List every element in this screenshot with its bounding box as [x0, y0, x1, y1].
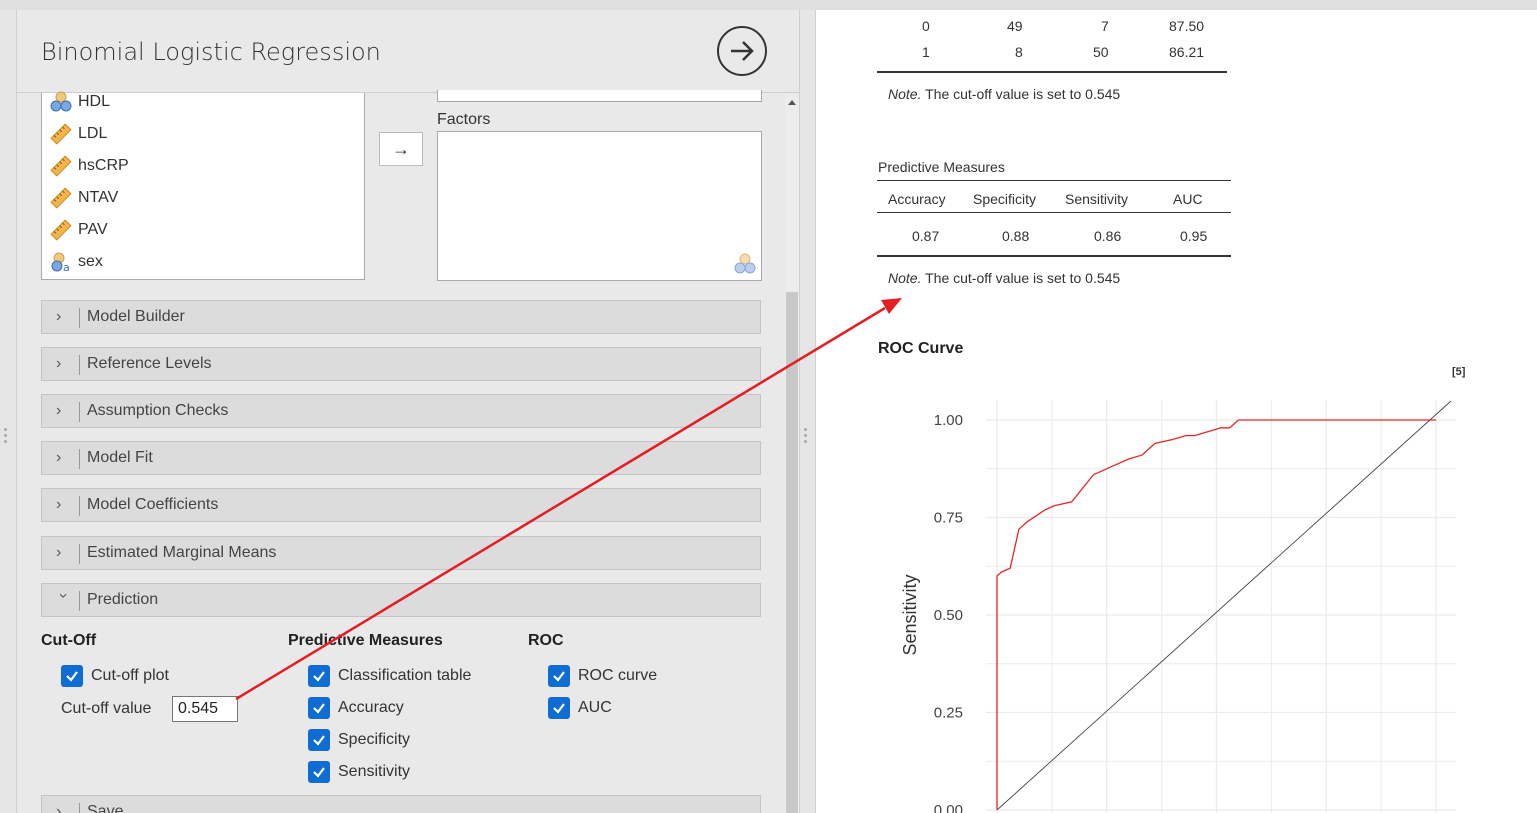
- accuracy-checkbox[interactable]: Accuracy: [308, 696, 404, 720]
- ruler-icon: [50, 123, 72, 145]
- panel-title: Binomial Logistic Regression: [41, 38, 381, 66]
- list-item[interactable]: NTAV: [50, 184, 118, 212]
- section-model-builder[interactable]: › Model Builder: [41, 300, 761, 334]
- factors-box[interactable]: [437, 131, 762, 281]
- variables-list[interactable]: HDL LDL hsCRP NTAV PAV a sex: [41, 91, 365, 280]
- y-tick-label: 0.00: [934, 802, 963, 813]
- nominal-icon: [50, 91, 72, 113]
- y-tick-label: 0.75: [934, 510, 963, 527]
- cutoff-value-label: Cut-off value: [61, 700, 152, 717]
- run-analysis-button[interactable]: [717, 26, 767, 76]
- dependent-variable-box[interactable]: [437, 90, 762, 102]
- y-tick-label: 1.00: [934, 412, 963, 429]
- checkbox-label: AUC: [578, 699, 612, 716]
- section-label: Model Builder: [87, 308, 185, 325]
- variable-name: sex: [78, 253, 103, 270]
- scrollbar-thumb[interactable]: [786, 292, 798, 813]
- roc-heading: ROC: [528, 632, 564, 649]
- roc-chart: 0.00 0.25 0.50 0.75 1.00 Sensitivity: [900, 400, 1456, 813]
- chevron-right-icon: ›: [56, 496, 62, 513]
- move-to-factors-button[interactable]: →: [379, 132, 423, 166]
- checkbox-label: Sensitivity: [338, 763, 411, 780]
- ruler-icon: [50, 155, 72, 177]
- options-scrollbar[interactable]: [785, 94, 799, 813]
- checkbox-checked-icon: [308, 729, 330, 751]
- options-panel: Binomial Logistic Regression HDL LDL hsC…: [16, 10, 800, 813]
- scroll-up-icon[interactable]: [788, 100, 796, 105]
- y-tick-label: 0.50: [934, 607, 963, 624]
- checkbox-checked-icon: [308, 697, 330, 719]
- results-panel: 0 49 7 87.50 1 8 50 86.21 Note. The cut-…: [815, 10, 1537, 813]
- section-label: Model Fit: [87, 449, 153, 466]
- predictive-measures-heading: Predictive Measures: [288, 632, 443, 649]
- nominal-text-icon: a: [50, 251, 72, 274]
- list-item[interactable]: a sex: [50, 248, 103, 276]
- specificity-checkbox[interactable]: Specificity: [308, 728, 410, 752]
- checkbox-checked-icon: [308, 761, 330, 783]
- roc-curve-checkbox[interactable]: ROC curve: [548, 664, 657, 688]
- top-bar: [0, 0, 1537, 10]
- section-model-fit[interactable]: › Model Fit: [41, 441, 761, 475]
- variable-name: HDL: [78, 93, 111, 110]
- chevron-right-icon: ›: [56, 803, 62, 813]
- y-tick-label: 0.25: [934, 705, 963, 722]
- section-label: Save: [87, 803, 124, 813]
- variable-name: LDL: [78, 125, 108, 142]
- checkbox-checked-icon: [61, 665, 83, 687]
- checkbox-label: Specificity: [338, 731, 411, 748]
- chevron-right-icon: ›: [56, 402, 62, 419]
- section-model-coefficients[interactable]: › Model Coefficients: [41, 488, 761, 522]
- middle-splitter-handle[interactable]: [804, 428, 807, 448]
- checkbox-label: Classification table: [338, 667, 472, 684]
- section-estimated-marginal-means[interactable]: › Estimated Marginal Means: [41, 536, 761, 570]
- chevron-right-icon: ›: [56, 544, 62, 561]
- arrow-right-icon: [731, 41, 754, 61]
- section-label: Estimated Marginal Means: [87, 544, 277, 561]
- chevron-right-icon: ›: [56, 355, 62, 372]
- variable-name: hsCRP: [78, 157, 129, 174]
- cutoff-value-input[interactable]: [172, 696, 238, 722]
- section-assumption-checks[interactable]: › Assumption Checks: [41, 394, 761, 428]
- variable-name: PAV: [78, 221, 108, 238]
- list-item[interactable]: HDL: [50, 88, 110, 116]
- left-splitter-handle[interactable]: [4, 428, 7, 448]
- panel-header: Binomial Logistic Regression: [17, 10, 799, 93]
- y-axis-label: Sensitivity: [900, 574, 920, 655]
- chevron-down-icon: ›: [55, 593, 72, 599]
- diagonal-reference-line: [996, 400, 1452, 811]
- nominal-icon: [734, 253, 756, 274]
- section-prediction[interactable]: › Prediction: [41, 583, 761, 617]
- section-label: Prediction: [87, 591, 159, 608]
- checkbox-label: ROC curve: [578, 667, 658, 684]
- checkbox-label: Accuracy: [338, 699, 404, 716]
- classification-table-checkbox[interactable]: Classification table: [308, 664, 471, 688]
- section-label: Model Coefficients: [87, 496, 219, 513]
- section-label: Assumption Checks: [87, 402, 229, 419]
- cutoff-plot-checkbox[interactable]: Cut-off plot: [61, 664, 169, 688]
- checkbox-checked-icon: [548, 665, 570, 687]
- ruler-icon: [50, 187, 72, 209]
- section-reference-levels[interactable]: › Reference Levels: [41, 347, 761, 381]
- checkbox-label: Cut-off plot: [91, 667, 169, 684]
- chevron-right-icon: ›: [56, 308, 62, 325]
- auc-checkbox[interactable]: AUC: [548, 696, 612, 720]
- checkbox-checked-icon: [548, 697, 570, 719]
- svg-text:a: a: [63, 261, 70, 273]
- checkbox-checked-icon: [308, 665, 330, 687]
- cutoff-heading: Cut-Off: [41, 632, 97, 649]
- list-item[interactable]: LDL: [50, 120, 107, 148]
- variable-name: NTAV: [78, 189, 119, 206]
- chevron-right-icon: ›: [56, 449, 62, 466]
- section-save[interactable]: › Save: [41, 795, 761, 813]
- factors-label: Factors: [437, 111, 491, 128]
- list-item[interactable]: hsCRP: [50, 152, 129, 180]
- ruler-icon: [50, 219, 72, 241]
- list-item[interactable]: PAV: [50, 216, 108, 244]
- section-label: Reference Levels: [87, 355, 212, 372]
- sensitivity-checkbox[interactable]: Sensitivity: [308, 760, 410, 784]
